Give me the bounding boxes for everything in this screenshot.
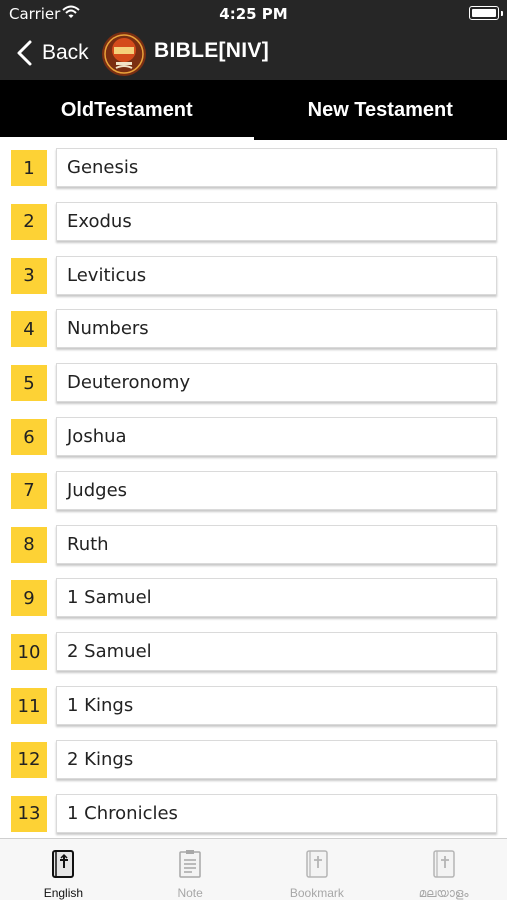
book-row[interactable]: 6 Joshua: [0, 417, 507, 457]
book-number-badge: 10: [11, 634, 47, 671]
book-number-badge: 9: [11, 580, 47, 617]
book-number-badge: 13: [11, 795, 47, 832]
note-icon: [177, 848, 203, 880]
book-row[interactable]: 5 Deuteronomy: [0, 363, 507, 403]
book-name[interactable]: Numbers: [56, 309, 497, 349]
testament-tabs: OldTestament New Testament: [0, 80, 507, 140]
book-row[interactable]: 11 1 Kings: [0, 686, 507, 726]
tab-new-testament[interactable]: New Testament: [254, 80, 507, 140]
book-name[interactable]: 2 Samuel: [56, 632, 497, 672]
tab-bookmark-label: Bookmark: [289, 886, 344, 900]
book-row[interactable]: 8 Ruth: [0, 524, 507, 565]
book-number-badge: 7: [11, 472, 47, 509]
book-number-badge: 5: [11, 365, 47, 402]
tab-english[interactable]: English: [0, 839, 127, 900]
book-row[interactable]: 4 Numbers: [0, 309, 507, 349]
book-name[interactable]: Leviticus: [56, 255, 497, 295]
book-name[interactable]: Exodus: [56, 201, 497, 241]
book-name[interactable]: 1 Samuel: [56, 578, 497, 618]
bible-book-icon: [50, 848, 76, 880]
tab-note[interactable]: Note: [127, 839, 254, 900]
app-logo: [101, 31, 147, 77]
book-row[interactable]: 3 Leviticus: [0, 255, 507, 296]
book-number-badge: 11: [11, 688, 47, 724]
book-number-badge: 6: [11, 419, 47, 455]
tab-old-testament[interactable]: OldTestament: [0, 80, 254, 140]
clock: 4:25 PM: [219, 5, 288, 23]
back-button[interactable]: Back: [14, 38, 89, 68]
book-number-badge: 4: [11, 311, 47, 348]
battery-icon: [469, 6, 503, 20]
navigation-bar: Back BIBLE[NIV]: [0, 28, 507, 80]
book-number-badge: 2: [11, 203, 47, 240]
book-name[interactable]: Genesis: [56, 148, 497, 187]
tab-malayalam[interactable]: മലയാളം: [380, 839, 507, 900]
tab-english-label: English: [43, 886, 84, 900]
back-label: Back: [42, 41, 89, 64]
book-number-badge: 12: [11, 741, 47, 778]
status-bar: Carrier 4:25 PM: [0, 0, 507, 28]
book-name[interactable]: Ruth: [56, 524, 497, 564]
tab-bookmark[interactable]: Bookmark: [254, 839, 381, 900]
book-name[interactable]: Judges: [56, 470, 497, 510]
book-row[interactable]: 7 Judges: [0, 470, 507, 511]
book-row[interactable]: 13 1 Chronicles: [0, 793, 507, 834]
book-number-badge: 8: [11, 526, 47, 563]
book-row[interactable]: 91 Samuel: [0, 578, 507, 618]
book-row[interactable]: 2 Exodus: [0, 201, 507, 242]
book-name[interactable]: 1 Chronicles: [56, 793, 497, 833]
book-name[interactable]: Deuteronomy: [56, 363, 497, 403]
book-number-badge: 1: [11, 150, 47, 186]
chevron-left-icon: [14, 39, 38, 67]
page-title: BIBLE[NIV]: [154, 39, 269, 62]
book-row[interactable]: 1 Genesis: [0, 148, 507, 188]
book-row[interactable]: 12 2 Kings: [0, 739, 507, 780]
book-number-badge: 3: [11, 257, 47, 294]
tab-malayalam-label: മലയാളം: [418, 886, 469, 900]
book-name[interactable]: Joshua: [56, 417, 497, 456]
book-list: 1 Genesis 2 Exodus 3 Leviticus 4 Numbers 5 Deuter…: [0, 140, 507, 838]
book-name[interactable]: 1 Kings: [56, 686, 497, 725]
bible-book-icon: [431, 848, 457, 880]
bookmark-book-icon: [304, 848, 330, 880]
book-row[interactable]: 10 2 Samuel: [0, 632, 507, 672]
header: Carrier 4:25 PM Back BIBLE[NIV]: [0, 0, 507, 80]
tab-note-label: Note: [177, 886, 203, 900]
book-name[interactable]: 2 Kings: [56, 739, 497, 779]
bottom-tab-bar: English Note Bookmark മലയാളം: [0, 838, 507, 900]
